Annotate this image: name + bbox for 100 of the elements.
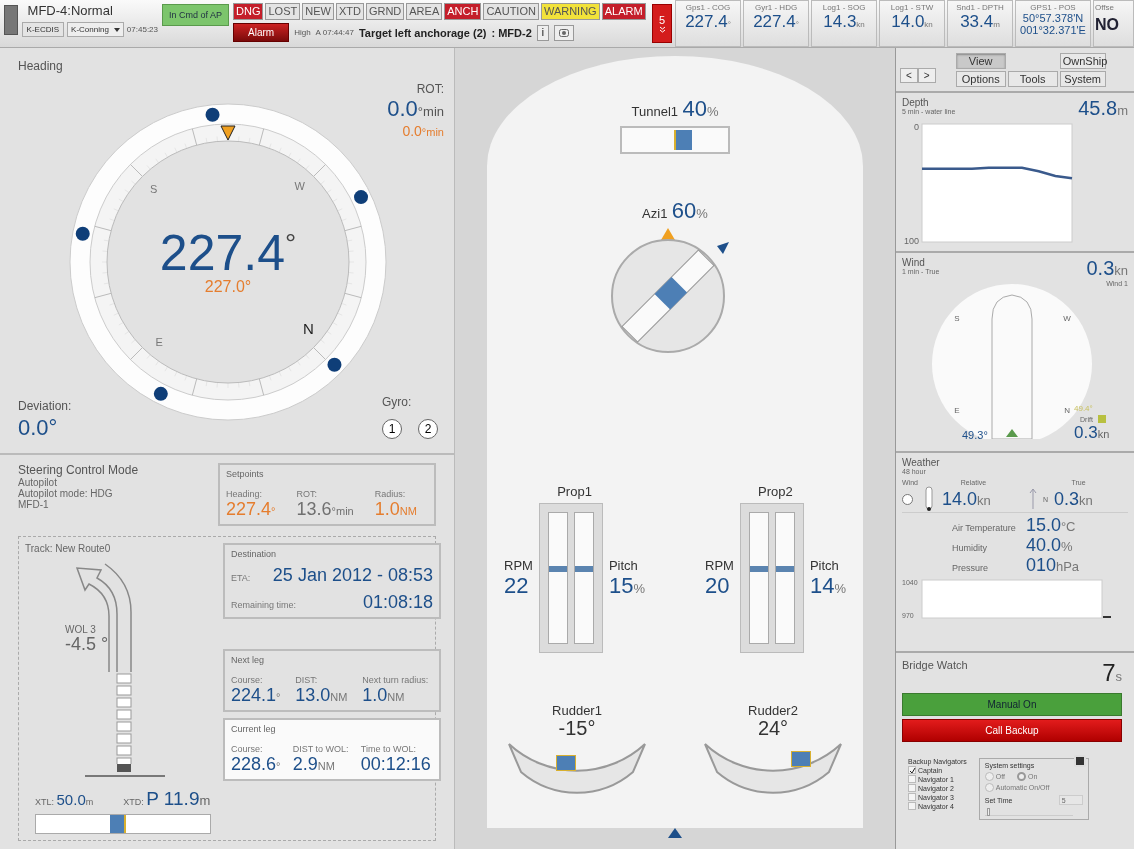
unit-label: %	[834, 580, 846, 596]
camera-button[interactable]	[554, 24, 574, 41]
alarm-filter-tag[interactable]: WARNING	[540, 3, 600, 20]
unit-label: kn	[977, 493, 991, 508]
track-title: Track: New Route0	[25, 543, 112, 554]
alarm-filter-tag[interactable]: NEW	[302, 3, 334, 20]
degree-symbol: °	[421, 126, 427, 138]
unit-label: °C	[1060, 519, 1076, 534]
alarm-filter-tag[interactable]: ALARM	[601, 3, 646, 20]
alarm-filter-tag[interactable]: GRND	[365, 3, 405, 20]
sensor-value: 227.4	[685, 12, 728, 31]
wind-speed-value: 0.3	[1086, 257, 1115, 279]
xtl-label: XTL:	[35, 797, 54, 807]
axis-tick-label: 100	[903, 236, 919, 246]
lock-icon	[1073, 755, 1086, 767]
alarm-count-badge[interactable]: 5	[652, 4, 673, 43]
weather-value: 010	[1025, 555, 1056, 575]
sensor-label: GPS1 - POS	[1030, 3, 1076, 12]
pressure-line	[1101, 616, 1111, 618]
unit-label: m	[85, 797, 94, 807]
alarm-filter-tag[interactable]: DNG	[233, 3, 264, 20]
field-label: Heading:	[226, 489, 264, 499]
unit-label: NM	[330, 691, 348, 703]
drift-speed-value: 0.3kn	[1074, 423, 1110, 439]
alarm-message: Target left anchorage (2)	[358, 26, 487, 39]
track-marker-icon	[117, 764, 131, 772]
menu-button[interactable]: Options	[955, 70, 1006, 87]
set-heading-value: 227.0°	[204, 278, 252, 296]
drift-indicator-icon	[1098, 415, 1106, 423]
box-title: Next leg	[231, 655, 266, 665]
menu-button[interactable]: View	[955, 52, 1006, 69]
field-value: 13.0	[295, 685, 331, 705]
unit-label: kn	[1114, 263, 1128, 278]
rudder-label: Rudder1	[552, 703, 602, 718]
compass-cardinal-label: N	[303, 320, 314, 338]
waypoint-angle: -4.5 °	[65, 635, 109, 653]
set-time-slider[interactable]	[984, 808, 1073, 816]
thruster-value: 60	[671, 198, 697, 223]
mode-line: Autopilot	[18, 477, 58, 488]
field-value: 2.9	[292, 754, 318, 774]
thruster-label: Tunnel1	[631, 104, 678, 119]
unit-label: %	[1060, 539, 1073, 554]
menu-button[interactable]: System	[1059, 70, 1106, 87]
slider-thumb[interactable]	[986, 808, 990, 816]
alarm-filter-tag[interactable]: XTD	[335, 3, 364, 20]
field-value: 227.4	[226, 499, 272, 519]
sensor-label: Log1 - SOG	[822, 3, 866, 12]
rudder-label: Rudder2	[748, 703, 798, 718]
conning-dropdown[interactable]: K-Conning	[67, 22, 124, 37]
alarm-time: A 07:44:47	[315, 28, 354, 37]
alarm-filter-tag[interactable]: LOST	[265, 3, 301, 20]
rpm-value: 22	[504, 572, 530, 599]
position-value: 50°57.378'N	[1022, 12, 1084, 24]
ecdis-button[interactable]: K-ECDIS	[21, 22, 65, 37]
alarm-priority: High	[294, 28, 311, 37]
caret-icon	[113, 27, 120, 32]
unit-label: NM	[317, 760, 335, 772]
command-status-button[interactable]: In Cmd of AP	[162, 4, 230, 26]
field-label: Course:	[231, 744, 264, 754]
compass-cardinal-label: N	[1064, 406, 1071, 416]
field-label: Radius:	[374, 489, 407, 499]
chevron-down-icon	[658, 26, 666, 33]
unit-label: s	[1115, 669, 1122, 684]
alarm-button[interactable]: Alarm	[233, 23, 290, 42]
alarm-filter-tag[interactable]: CAUTION	[483, 3, 539, 20]
degree-symbol: °	[417, 104, 424, 119]
alarm-filter-tag[interactable]: ANCH	[444, 3, 482, 20]
field-label: Time to WOL:	[360, 744, 417, 754]
sensor-value: NO	[1095, 16, 1120, 34]
axis-tick-label: 0	[914, 122, 919, 132]
pitch-label: Pitch	[608, 557, 639, 573]
back-button[interactable]: <	[900, 68, 918, 83]
alarm-filter-tag[interactable]: AREA	[406, 3, 443, 20]
sensor-value: 227.4	[753, 12, 796, 31]
rpm-value: 20	[705, 572, 731, 599]
propeller-label: Prop2	[758, 484, 793, 499]
app-logo-icon	[4, 5, 18, 35]
gyro-select-button[interactable]: 2	[418, 419, 438, 439]
unit-label: °	[276, 760, 281, 772]
menu-button[interactable]: Tools	[1007, 70, 1058, 87]
relative-wind-value: 14.0	[941, 489, 977, 509]
field-label: ETA:	[231, 573, 251, 583]
unit-label: NM	[399, 505, 417, 517]
sensor-value: 33.4	[960, 12, 994, 31]
unit-label: min	[426, 126, 444, 138]
sensor-label: Gps1 - COG	[685, 3, 731, 12]
manual-on-button[interactable]: Manual On	[902, 693, 1122, 716]
unit-label: °	[727, 20, 731, 29]
gyro-select-button[interactable]: 1	[382, 419, 402, 439]
field-label: Course:	[231, 675, 264, 685]
waypoint-label: WOL 3	[65, 624, 97, 635]
compass-cardinal-label: E	[954, 406, 960, 416]
xtd-label: XTD:	[123, 797, 144, 807]
menu-button[interactable]: OwnShip	[1059, 52, 1106, 69]
rpm-label: RPM	[504, 557, 533, 573]
unit-label: %	[696, 206, 708, 221]
info-button[interactable]: i	[536, 24, 549, 41]
call-backup-button[interactable]: Call Backup	[902, 719, 1122, 742]
field-label: Next turn radius:	[362, 675, 430, 685]
sensor-label: Offse	[1095, 3, 1114, 12]
